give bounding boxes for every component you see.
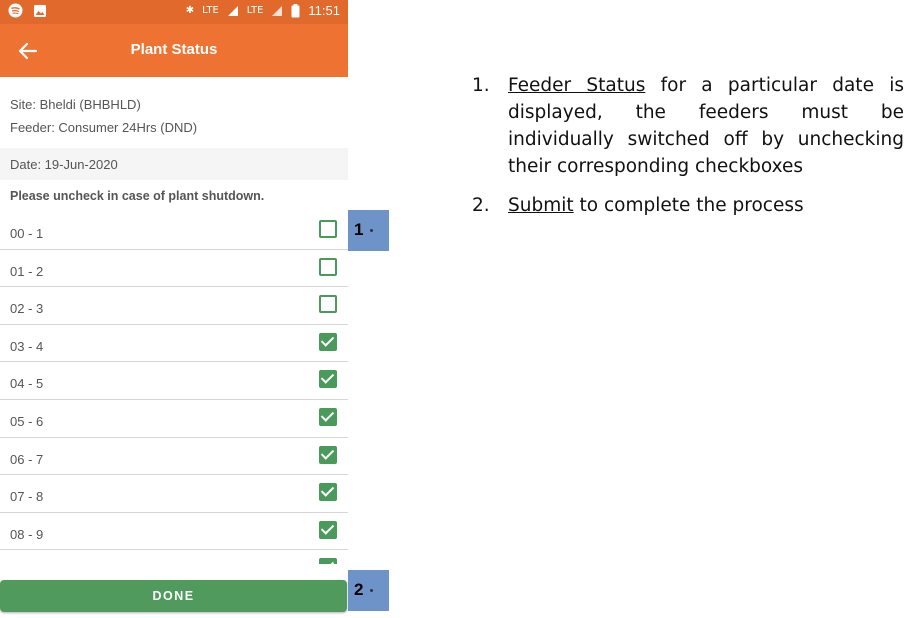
instruction-text: Please uncheck in case of plant shutdown… [10, 189, 265, 203]
hour-checkbox[interactable] [319, 520, 337, 539]
hour-label: 07 - 8 [10, 489, 44, 505]
hour-checkbox[interactable] [319, 445, 337, 464]
site-info: Site: Bheldi (BHBHLD) Feeder: Consumer 2… [10, 93, 197, 139]
hour-checkbox[interactable] [319, 370, 337, 389]
signal-icon-2 [272, 5, 283, 16]
hour-checkbox[interactable] [319, 332, 337, 351]
hour-checkbox[interactable] [319, 407, 337, 426]
hour-row: 04 - 5 [0, 362, 348, 400]
hour-label: 03 - 4 [10, 338, 44, 354]
instruction-steps: 1. Feeder Status for a particular date i… [472, 72, 904, 231]
hour-row: 02 - 3 [0, 287, 348, 325]
hour-row: 08 - 9 [0, 513, 348, 551]
hour-label: 06 - 7 [10, 451, 44, 467]
date-row: Date: 19-Jun-2020 [0, 148, 348, 180]
hour-checkbox[interactable] [319, 558, 337, 564]
volte-icon: LTE [202, 5, 219, 16]
page-title: Plant Status [130, 41, 218, 58]
date-label: Date: 19-Jun-2020 [10, 157, 118, 172]
hour-checkbox[interactable] [319, 483, 337, 502]
hour-label: 05 - 6 [10, 413, 44, 429]
site-label: Site: Bheldi (BHBHLD) [10, 97, 141, 112]
phone-screen: ✱ LTE LTE 11:51 Plant Status Site: Bheld… [0, 0, 348, 618]
feeder-label: Feeder: Consumer 24Hrs (DND) [10, 120, 198, 135]
callout-marker-1: 1 [348, 210, 389, 251]
app-bar: Plant Status [0, 24, 348, 77]
signal-icon [227, 5, 238, 16]
hour-row: 05 - 6 [0, 400, 348, 438]
hour-row: 01 - 2 [0, 250, 348, 288]
step-number: 1. [472, 75, 490, 96]
hour-checkbox[interactable] [319, 257, 337, 276]
hour-label: 02 - 3 [10, 301, 44, 317]
bluetooth-icon: ✱ [185, 5, 195, 16]
submit-term: Submit [508, 195, 574, 216]
hour-list: 00 - 1 01 - 2 02 - 3 03 - 4 04 - 5 05 - 6 06 -… [0, 212, 348, 564]
hour-row: 07 - 8 [0, 475, 348, 513]
image-icon [34, 4, 46, 17]
hour-label: 04 - 5 [10, 376, 44, 392]
lte-icon: LTE [246, 5, 264, 16]
callout-marker-2: 2 [348, 570, 389, 611]
hour-row: 06 - 7 [0, 438, 348, 476]
hour-label: 01 - 2 [10, 263, 44, 279]
step-number: 2. [472, 195, 490, 216]
hour-checkbox[interactable] [319, 295, 337, 314]
hour-row [0, 550, 348, 564]
done-button[interactable]: DONE [0, 580, 347, 612]
status-bar: ✱ LTE LTE 11:51 [0, 0, 348, 24]
hour-row: 00 - 1 [0, 212, 348, 250]
clock: 11:51 [308, 3, 340, 18]
hour-row: 03 - 4 [0, 325, 348, 363]
hour-checkbox[interactable] [319, 220, 337, 238]
hour-label: 00 - 1 [10, 226, 44, 241]
battery-icon [291, 3, 300, 17]
spotify-icon [8, 3, 23, 18]
hour-label: 08 - 9 [10, 526, 44, 542]
step-1: 1. Feeder Status for a particular date i… [472, 72, 904, 180]
feeder-status-term: Feeder Status [508, 75, 646, 96]
step-2: 2. Submit to complete the process [472, 192, 904, 219]
step-text: to complete the process [573, 195, 804, 216]
